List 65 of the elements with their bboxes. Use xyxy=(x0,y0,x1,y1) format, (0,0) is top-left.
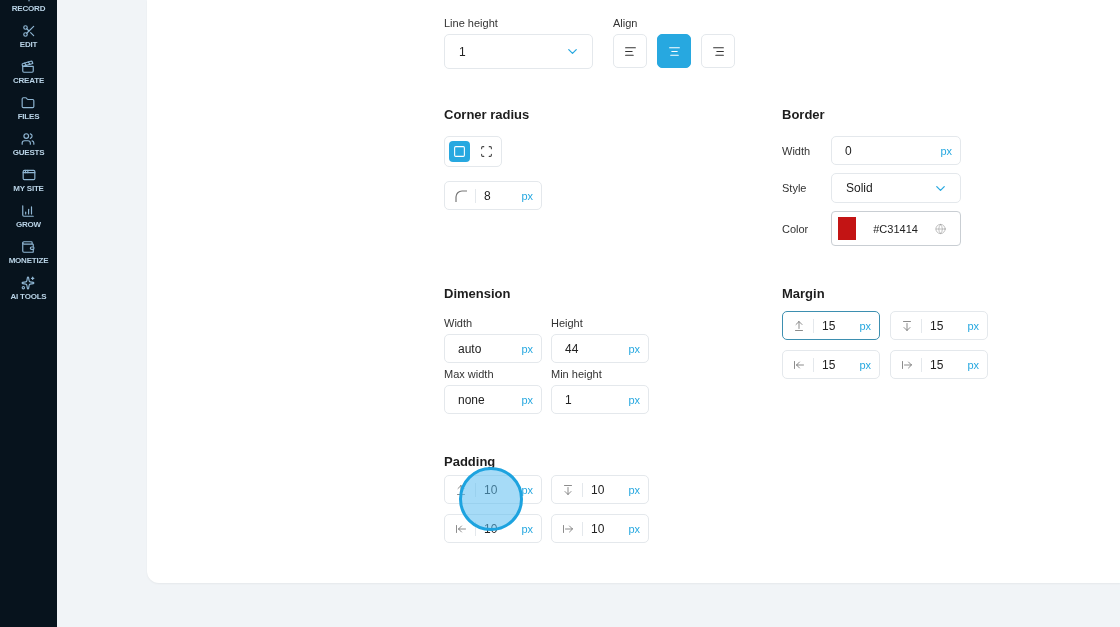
spacing-field[interactable]: 15 px xyxy=(890,350,988,379)
sidebar-item[interactable]: RECORD xyxy=(11,4,46,13)
sidebar-item[interactable]: EDIT xyxy=(19,40,38,49)
dimension-field[interactable]: 44 px xyxy=(551,334,649,363)
field-label: Min height xyxy=(551,368,603,380)
arrow-top-icon xyxy=(455,483,467,496)
arrow-bottom-icon xyxy=(901,319,913,332)
dimension-field[interactable]: none px xyxy=(444,385,542,414)
field-label: Width xyxy=(444,317,474,329)
line-height-select[interactable]: 1 xyxy=(444,34,593,69)
field-label: Align xyxy=(613,17,639,29)
files-icon[interactable] xyxy=(21,96,36,110)
align-right-icon xyxy=(711,44,725,58)
align-left-icon xyxy=(623,44,637,58)
field-label: Style xyxy=(782,182,808,194)
field-label: Color xyxy=(782,222,810,235)
align-center-icon xyxy=(667,44,681,58)
arrow-top-icon xyxy=(793,319,805,332)
field-label: Line height xyxy=(444,17,499,29)
section-title: Margin xyxy=(782,286,826,301)
arrow-left-icon xyxy=(455,522,467,535)
align-right-button[interactable] xyxy=(701,34,735,68)
section-title: Dimension xyxy=(444,286,512,301)
color-swatch[interactable] xyxy=(838,217,857,240)
spacing-field[interactable]: 15 px xyxy=(890,311,988,340)
section-title: Padding xyxy=(444,454,497,469)
spacing-field[interactable]: 10 px xyxy=(551,514,649,543)
ai-icon[interactable] xyxy=(21,276,36,290)
sidebar-item[interactable]: GUESTS xyxy=(12,148,45,157)
sidebar-item[interactable]: FILES xyxy=(17,112,40,121)
radius-field[interactable]: 8 px xyxy=(444,181,542,210)
spacing-field[interactable]: 10 px xyxy=(551,475,649,504)
section-title: Corner radius xyxy=(444,107,531,122)
border-style-select[interactable]: Solid xyxy=(831,173,961,203)
monetize-icon[interactable] xyxy=(21,240,36,254)
color-field[interactable]: #C31414 xyxy=(831,211,961,246)
field-label: Height xyxy=(551,317,584,329)
sidebar-item[interactable]: CREATE xyxy=(12,76,45,85)
square-icon xyxy=(453,145,466,158)
corner-icon xyxy=(455,189,467,202)
site-icon[interactable] xyxy=(21,168,36,182)
sidebar-item[interactable]: AI TOOLS xyxy=(10,292,47,301)
spacing-field[interactable]: 15 px xyxy=(782,311,880,340)
dimension-field[interactable]: 1 px xyxy=(551,385,649,414)
guests-icon[interactable] xyxy=(21,132,36,146)
sidebar-item[interactable]: MONETIZE xyxy=(8,256,49,265)
field-label: Width xyxy=(782,144,812,157)
align-left-button[interactable] xyxy=(613,34,647,68)
arrow-right-icon xyxy=(901,358,913,371)
field-label: Max width xyxy=(444,368,495,380)
uniform-radius-button[interactable] xyxy=(449,141,470,162)
dimension-field[interactable]: auto px xyxy=(444,334,542,363)
grow-icon[interactable] xyxy=(21,204,36,218)
edit-icon[interactable] xyxy=(21,24,36,38)
border-width-field[interactable]: 0 px xyxy=(831,136,961,165)
corners-icon xyxy=(480,145,493,158)
create-icon[interactable] xyxy=(21,60,36,74)
spacing-field[interactable]: 15 px xyxy=(782,350,880,379)
sidebar-item[interactable]: MY SITE xyxy=(13,184,44,193)
sidebar-item[interactable]: GROW xyxy=(16,220,41,229)
click-indicator xyxy=(459,467,523,531)
arrow-bottom-icon xyxy=(562,483,574,496)
arrow-right-icon xyxy=(562,522,574,535)
arrow-left-icon xyxy=(793,358,805,371)
section-title: Border xyxy=(782,107,826,122)
